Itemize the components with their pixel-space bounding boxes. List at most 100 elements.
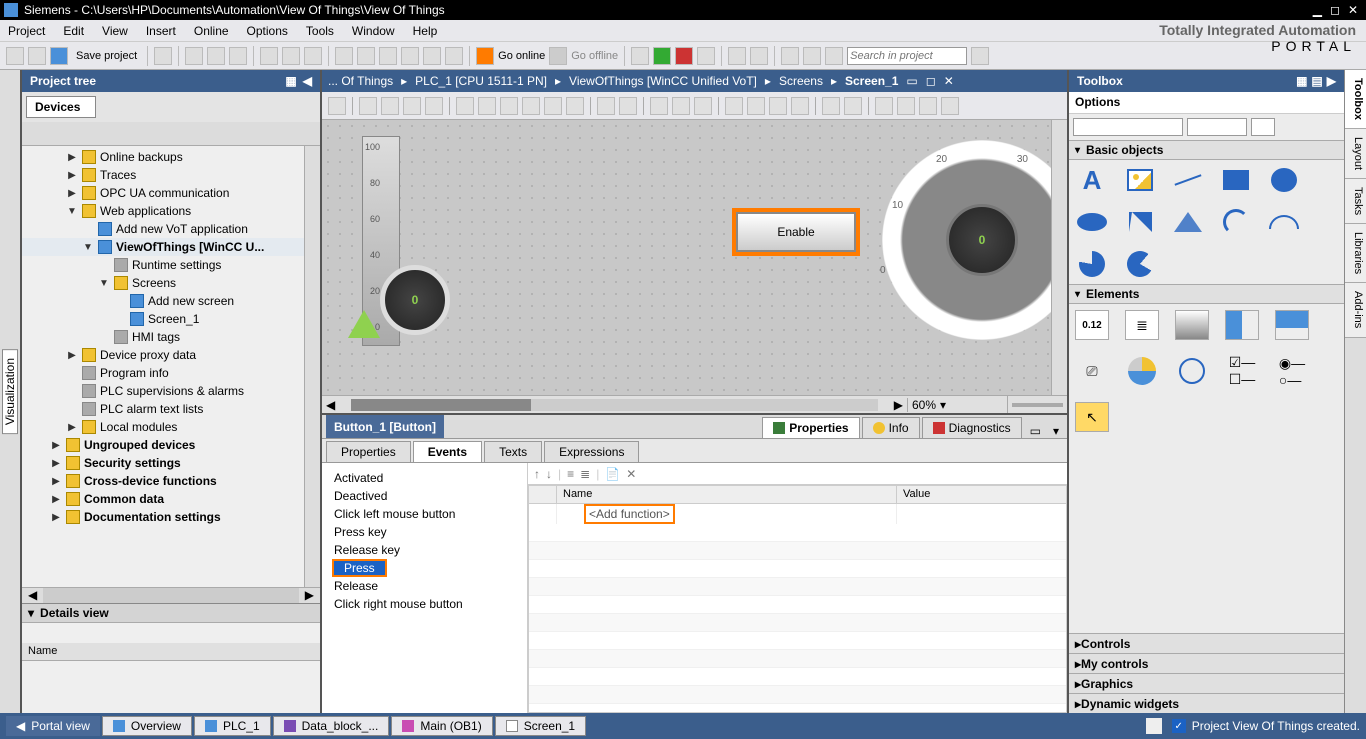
wave-object[interactable] bbox=[1267, 208, 1301, 236]
expand-icon[interactable]: ▶ bbox=[50, 440, 62, 451]
radio-element[interactable]: ◉—○— bbox=[1275, 356, 1309, 386]
ctool-bwd-icon[interactable] bbox=[791, 97, 809, 115]
tree-hscroll[interactable] bbox=[43, 588, 299, 603]
vtab-toolbox[interactable]: Toolbox bbox=[1345, 70, 1366, 129]
polygon-object[interactable] bbox=[1171, 208, 1205, 236]
list-element[interactable]: ≣ bbox=[1125, 310, 1159, 340]
tree-hscroll-right[interactable]: ▶ bbox=[299, 588, 320, 603]
zoom-control[interactable]: 60%▾ bbox=[907, 398, 1007, 412]
gauge-element[interactable] bbox=[1125, 356, 1159, 386]
checkbox-element[interactable]: ☑—☐— bbox=[1225, 356, 1259, 386]
enable-button[interactable]: Enable bbox=[736, 212, 856, 252]
tree-item[interactable]: ▼Screens bbox=[22, 274, 304, 292]
task-main[interactable]: Main (OB1) bbox=[391, 716, 492, 736]
canvas-hscroll-right[interactable]: ▶ bbox=[890, 398, 907, 412]
ctool-align-r-icon[interactable] bbox=[500, 97, 518, 115]
left-vertical-tab[interactable]: Visualization bbox=[0, 70, 22, 713]
gauge-widget[interactable]: 0 0 10 20 30 40 50 bbox=[882, 140, 1051, 340]
expand-icon[interactable]: ▶ bbox=[66, 188, 78, 199]
event-item[interactable]: Release bbox=[322, 577, 527, 595]
layout2-icon[interactable] bbox=[803, 47, 821, 65]
section-dynamic-widgets[interactable]: ▸Dynamic widgets bbox=[1069, 693, 1344, 713]
expand-icon[interactable]: ▼ bbox=[82, 242, 94, 253]
event-item[interactable]: Deactived bbox=[322, 487, 527, 505]
crumb-3[interactable]: Screens bbox=[779, 74, 823, 88]
fn-script-icon[interactable]: 📄 bbox=[605, 467, 620, 481]
tree-item[interactable]: ▶Ungrouped devices bbox=[22, 436, 304, 454]
style-select[interactable] bbox=[1251, 118, 1275, 136]
slider-element[interactable]: ⎚ bbox=[1075, 356, 1109, 386]
ctool-dist-h-icon[interactable] bbox=[597, 97, 615, 115]
ctool-extra-icon[interactable] bbox=[941, 97, 959, 115]
button-element[interactable] bbox=[1175, 310, 1209, 340]
ctool-size-wh-icon[interactable] bbox=[694, 97, 712, 115]
event-item[interactable]: Press bbox=[332, 559, 387, 577]
triangle-object[interactable] bbox=[1123, 208, 1157, 236]
undo-icon[interactable] bbox=[282, 47, 300, 65]
menu-insert[interactable]: Insert bbox=[146, 24, 176, 38]
editor-float-icon[interactable]: ▭ bbox=[906, 74, 917, 88]
subtab-properties[interactable]: Properties bbox=[326, 441, 411, 462]
circle-object[interactable] bbox=[1267, 166, 1301, 194]
vtab-layout[interactable]: Layout bbox=[1345, 129, 1366, 179]
event-item[interactable]: Activated bbox=[322, 469, 527, 487]
event-item[interactable]: Click right mouse button bbox=[322, 595, 527, 613]
tree-item[interactable]: Runtime settings bbox=[22, 256, 304, 274]
rectangle-object[interactable] bbox=[1219, 166, 1253, 194]
fn-outdent-icon[interactable]: ≣ bbox=[580, 467, 590, 481]
event-item[interactable]: Press key bbox=[322, 523, 527, 541]
canvas-vscroll[interactable] bbox=[1051, 120, 1067, 395]
basic-objects-header[interactable]: ▾Basic objects bbox=[1069, 140, 1344, 160]
switch-element[interactable] bbox=[1225, 310, 1259, 340]
font-select[interactable] bbox=[1073, 118, 1183, 136]
inspector-float-icon[interactable]: ▭ bbox=[1024, 424, 1047, 438]
bar-element[interactable] bbox=[1275, 310, 1309, 340]
ctool-ungroup-icon[interactable] bbox=[844, 97, 862, 115]
add-function[interactable]: <Add function> bbox=[585, 505, 674, 523]
ctool-dist-v-icon[interactable] bbox=[619, 97, 637, 115]
ctool-1-icon[interactable] bbox=[328, 97, 346, 115]
open-project-icon[interactable] bbox=[28, 47, 46, 65]
slider-thumb[interactable] bbox=[348, 310, 380, 338]
minimize-button[interactable]: ▁ bbox=[1309, 3, 1326, 17]
editor-max-icon[interactable]: ◻ bbox=[926, 74, 936, 88]
ctool-align-c-icon[interactable] bbox=[478, 97, 496, 115]
download-icon[interactable] bbox=[335, 47, 353, 65]
menu-edit[interactable]: Edit bbox=[63, 24, 84, 38]
crumb-2[interactable]: ViewOfThings [WinCC Unified VoT] bbox=[569, 74, 757, 88]
menu-tools[interactable]: Tools bbox=[306, 24, 334, 38]
ctool-grid-icon[interactable] bbox=[875, 97, 893, 115]
text-object[interactable]: A bbox=[1075, 166, 1109, 194]
tree-item[interactable]: ▶OPC UA communication bbox=[22, 184, 304, 202]
subtab-texts[interactable]: Texts bbox=[484, 441, 542, 462]
save-label[interactable]: Save project bbox=[76, 50, 137, 62]
details-view-header[interactable]: ▾ Details view bbox=[22, 603, 320, 623]
line-object[interactable] bbox=[1171, 166, 1205, 194]
tree-item[interactable]: ▶Cross-device functions bbox=[22, 472, 304, 490]
task-datablock[interactable]: Data_block_... bbox=[273, 716, 390, 736]
expand-icon[interactable]: ▶ bbox=[66, 170, 78, 181]
ctool-align-l-icon[interactable] bbox=[456, 97, 474, 115]
toolbox-view2-icon[interactable]: ▤ bbox=[1311, 74, 1322, 88]
project-tree[interactable]: ▶Online backups▶Traces▶OPC UA communicat… bbox=[22, 146, 304, 587]
subtab-expressions[interactable]: Expressions bbox=[544, 441, 639, 462]
tree-item[interactable]: ▶Local modules bbox=[22, 418, 304, 436]
crumb-0[interactable]: ... Of Things bbox=[328, 74, 393, 88]
search-input[interactable] bbox=[847, 47, 967, 65]
go-online-icon[interactable] bbox=[476, 47, 494, 65]
ctool-snap-icon[interactable] bbox=[897, 97, 915, 115]
ctool-flip-h-icon[interactable] bbox=[403, 97, 421, 115]
size-select[interactable] bbox=[1187, 118, 1247, 136]
upload-icon[interactable] bbox=[357, 47, 375, 65]
tree-item[interactable]: ▶Security settings bbox=[22, 454, 304, 472]
vtab-addins[interactable]: Add-ins bbox=[1345, 283, 1366, 337]
vtab-tasks[interactable]: Tasks bbox=[1345, 179, 1366, 224]
elements-header[interactable]: ▾Elements bbox=[1069, 284, 1344, 304]
ctool-align-b-icon[interactable] bbox=[566, 97, 584, 115]
vtab-libraries[interactable]: Libraries bbox=[1345, 224, 1366, 283]
maximize-button[interactable]: ◻ bbox=[1326, 3, 1344, 17]
segment-object[interactable] bbox=[1123, 250, 1157, 278]
split-v-icon[interactable] bbox=[750, 47, 768, 65]
accessible-devices-icon[interactable] bbox=[631, 47, 649, 65]
expand-icon[interactable]: ▼ bbox=[98, 278, 110, 289]
